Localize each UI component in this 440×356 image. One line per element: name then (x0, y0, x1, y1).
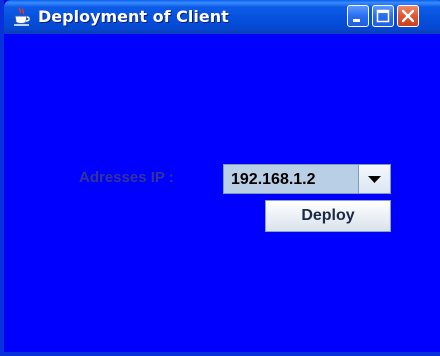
maximize-button[interactable] (372, 5, 394, 27)
ip-address-dropdown[interactable]: 192.168.1.2 (223, 164, 391, 194)
ip-address-selected-value: 192.168.1.2 (231, 171, 316, 188)
title-bar[interactable]: Deployment of Client (4, 0, 440, 34)
deploy-button[interactable]: Deploy (265, 200, 391, 232)
maximize-icon (376, 9, 390, 23)
content-panel: Adresses IP : 192.168.1.2 Deploy (8, 34, 440, 352)
minimize-button[interactable] (347, 5, 369, 27)
client-deployment-window: Deployment of Client Adresses IP : 192.1… (0, 0, 440, 356)
chevron-down-icon (368, 176, 381, 183)
java-cup-icon (12, 7, 32, 27)
minimize-icon (353, 19, 360, 22)
dropdown-arrow-button[interactable] (358, 165, 390, 193)
close-button[interactable] (397, 5, 419, 27)
close-icon (401, 9, 415, 23)
window-title: Deployment of Client (38, 7, 229, 26)
ip-address-label: Adresses IP : (79, 169, 174, 186)
